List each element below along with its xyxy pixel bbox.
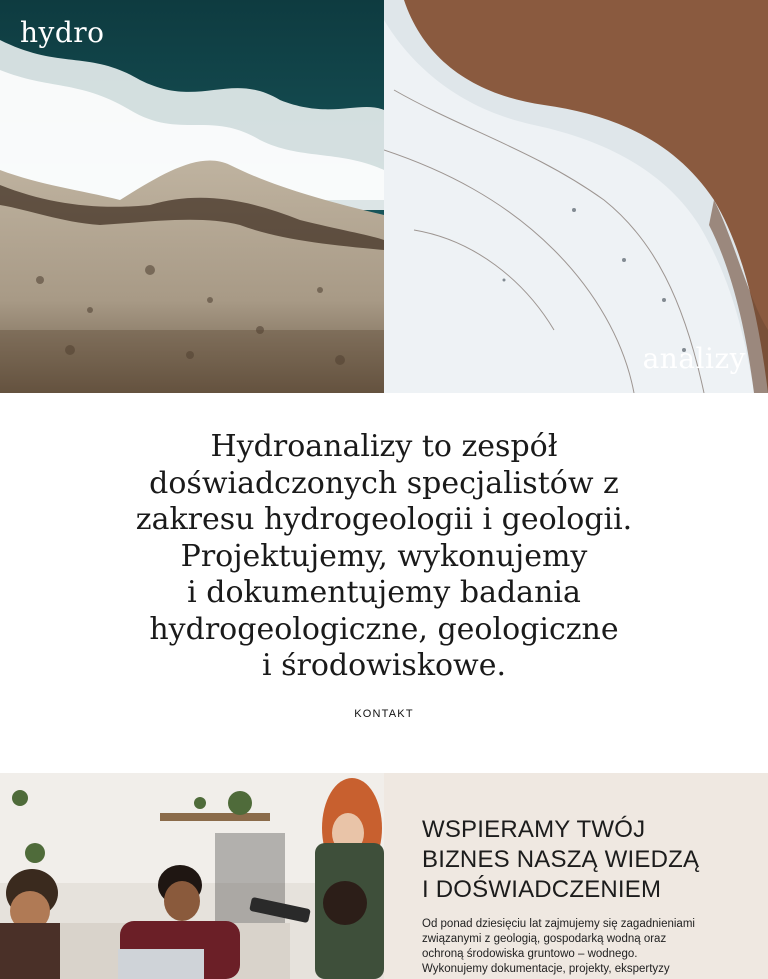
description-line: Od ponad dziesięciu lat zajmujemy się za…: [422, 918, 695, 930]
salt-flat-aerial-image: [383, 0, 768, 394]
intro-line: i środowiskowe.: [261, 648, 507, 683]
description-line: Wykonujemy dokumentacje, projekty, ekspe…: [422, 963, 670, 975]
heading-line: WSPIERAMY TWÓJ: [422, 816, 646, 843]
support-panel: WSPIERAMY TWÓJ BIZNES NASZĄ WIEDZĄ I DOŚ…: [384, 773, 768, 979]
team-meeting-image: [0, 773, 384, 979]
heading-line: BIZNES NASZĄ WIEDZĄ: [422, 846, 700, 873]
intro-line: Hydroanalizy to zespół: [210, 429, 558, 464]
contact-link[interactable]: KONTAKT: [0, 708, 768, 720]
support-section: WSPIERAMY TWÓJ BIZNES NASZĄ WIEDZĄ I DOŚ…: [0, 773, 768, 979]
support-heading: WSPIERAMY TWÓJ BIZNES NASZĄ WIEDZĄ I DOŚ…: [422, 815, 742, 905]
team-photo: [0, 773, 384, 979]
coastline-aerial-image: [0, 0, 384, 393]
description-line: związanymi z geologią, gospodarką wodną …: [422, 933, 667, 945]
intro-line: Projektujemy, wykonujemy: [180, 538, 588, 574]
heading-line: I DOŚWIADCZENIEM: [422, 876, 662, 903]
support-description: Od ponad dziesięciu lat zajmujemy się za…: [422, 917, 752, 977]
brand-word-hydro: hydro: [20, 16, 105, 49]
intro-line: i dokumentujemy badania: [187, 575, 581, 610]
description-line: ochroną środowiska gruntowo – wodnego.: [422, 948, 638, 960]
salt-flat-photo: analizy: [383, 0, 768, 394]
coastline-photo: hydro: [0, 0, 384, 393]
hero-section: hydro analizy: [0, 0, 768, 394]
intro-line: zakresu hydrogeologii i geologii.: [135, 502, 633, 537]
intro-line: doświadczonych specjalistów z: [149, 465, 619, 501]
intro-statement: Hydroanalizy to zespół doświadczonych sp…: [130, 429, 638, 685]
intro-line: hydrogeologiczne, geologiczne: [149, 611, 619, 647]
brand-word-analizy: analizy: [642, 342, 746, 375]
intro-section: Hydroanalizy to zespół doświadczonych sp…: [0, 393, 768, 773]
